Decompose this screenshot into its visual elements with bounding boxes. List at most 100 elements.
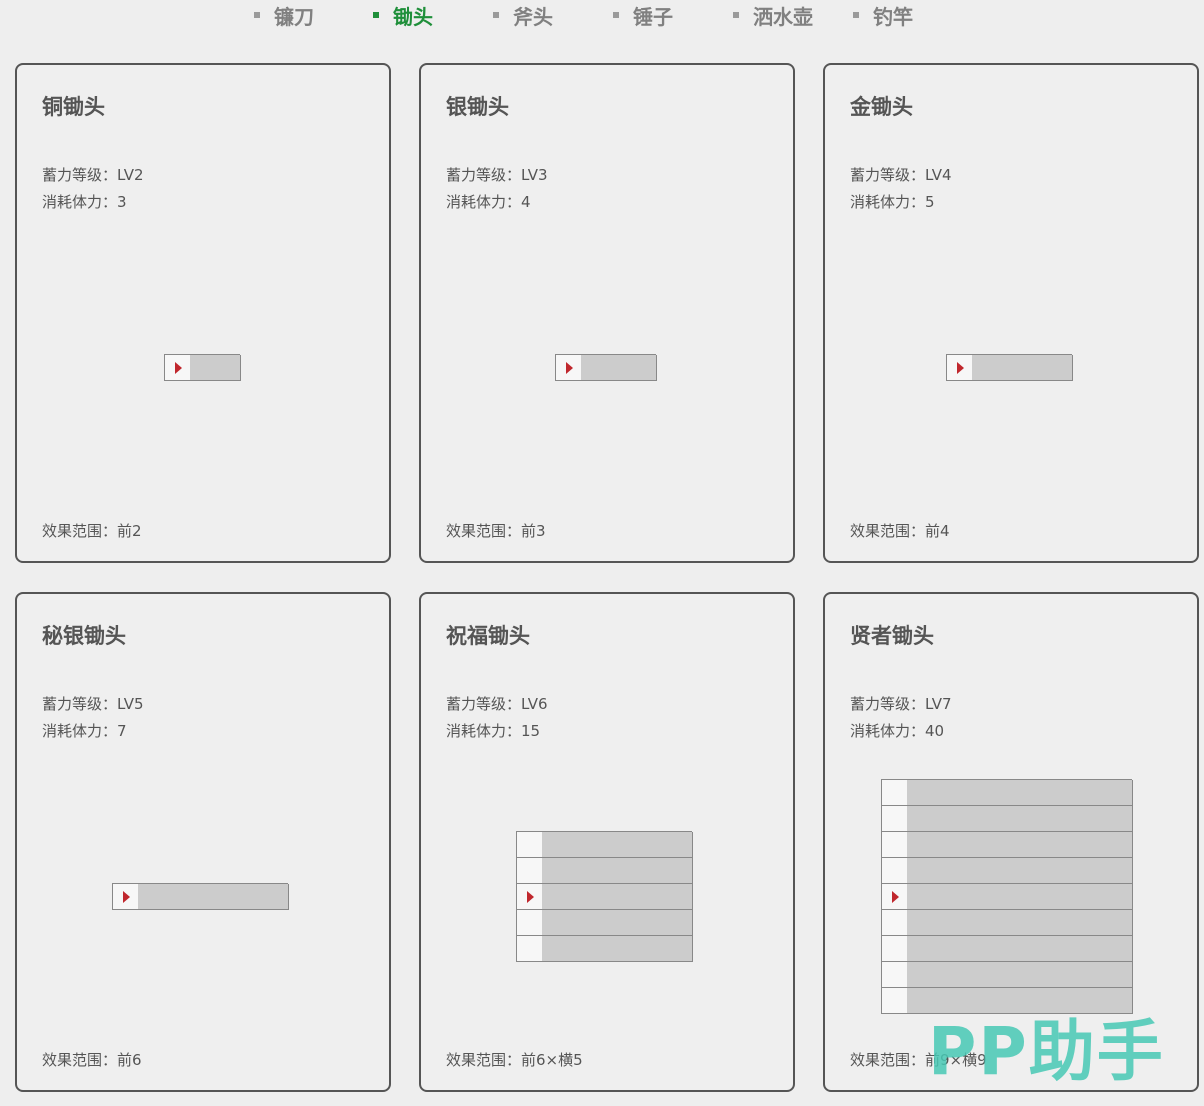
card-title: 金锄头: [850, 95, 913, 119]
card-title: 贤者锄头: [850, 624, 934, 648]
affected-cell: [907, 936, 933, 962]
affected-cell: [1082, 988, 1108, 1014]
affected-cell: [907, 884, 933, 910]
tab-hammer[interactable]: 锤子: [613, 0, 673, 30]
facing-arrow-icon: [175, 362, 182, 374]
affected-cell: [957, 858, 983, 884]
affected-cell: [1082, 884, 1108, 910]
player-position-cell: [165, 355, 191, 381]
stamina-cost: 消耗体力：3: [42, 193, 127, 211]
empty-cell: [882, 780, 908, 806]
affected-cell: [606, 355, 632, 381]
affected-cell: [1007, 832, 1033, 858]
affected-cell: [1082, 780, 1108, 806]
empty-cell: [517, 936, 543, 962]
tab-sickle[interactable]: 镰刀: [254, 0, 314, 30]
empty-cell: [517, 832, 543, 858]
empty-cell: [517, 858, 543, 884]
affected-cell: [188, 884, 214, 910]
affected-cell: [592, 884, 618, 910]
affected-cell: [1057, 832, 1083, 858]
affected-cell: [1057, 988, 1083, 1014]
charge-level: 蓄力等级：LV4: [850, 166, 952, 184]
affected-cell: [932, 988, 958, 1014]
affected-cell: [1032, 858, 1058, 884]
affected-cell: [592, 832, 618, 858]
stamina-cost: 消耗体力：7: [42, 722, 127, 740]
player-position-cell: [556, 355, 582, 381]
affected-cell: [982, 988, 1008, 1014]
affected-cell: [1057, 962, 1083, 988]
affected-cell: [1007, 936, 1033, 962]
tool-card-mythril-hoe: 秘银锄头 蓄力等级：LV5 消耗体力：7 效果范围：前6: [15, 592, 391, 1092]
affected-cell: [1107, 832, 1133, 858]
charge-level: 蓄力等级：LV2: [42, 166, 144, 184]
affected-cell: [567, 832, 593, 858]
affected-cell: [982, 806, 1008, 832]
charge-level: 蓄力等级：LV5: [42, 695, 144, 713]
affected-cell: [1007, 884, 1033, 910]
tab-hoe[interactable]: 锄头: [373, 0, 433, 30]
affected-cell: [581, 355, 607, 381]
player-position-cell: [517, 884, 543, 910]
affected-cell: [997, 355, 1023, 381]
affected-cell: [932, 780, 958, 806]
affected-cell: [1107, 988, 1133, 1014]
affected-cell: [982, 780, 1008, 806]
tab-bullet-icon: [733, 12, 739, 18]
affected-cell: [567, 910, 593, 936]
player-position-cell: [113, 884, 139, 910]
tab-label: 钓竿: [873, 4, 913, 29]
tab-watering-can[interactable]: 洒水壶: [733, 0, 813, 30]
tab-bullet-icon: [853, 12, 859, 18]
player-position-cell: [882, 884, 908, 910]
affected-cell: [1032, 884, 1058, 910]
affected-cell: [1032, 962, 1058, 988]
affected-cell: [1032, 910, 1058, 936]
affected-cell: [667, 936, 693, 962]
affected-cell: [972, 355, 998, 381]
affected-cell: [642, 858, 668, 884]
affected-cell: [163, 884, 189, 910]
affected-cell: [592, 910, 618, 936]
affected-cell: [932, 936, 958, 962]
affected-cell: [907, 780, 933, 806]
affected-cell: [567, 936, 593, 962]
tab-fishing-rod[interactable]: 钓竿: [853, 0, 913, 30]
affected-cell: [932, 858, 958, 884]
affected-cell: [542, 936, 568, 962]
affected-cell: [1032, 988, 1058, 1014]
affected-cell: [907, 832, 933, 858]
affected-cell: [617, 936, 643, 962]
effect-range-grid: [516, 831, 693, 962]
affected-cell: [667, 832, 693, 858]
affected-cell: [215, 355, 241, 381]
affected-cell: [1082, 858, 1108, 884]
stamina-cost: 消耗体力：15: [446, 722, 541, 740]
effect-range-grid: [881, 779, 1133, 1014]
tab-bullet-icon: [373, 12, 379, 18]
affected-cell: [667, 858, 693, 884]
affected-cell: [982, 832, 1008, 858]
affected-cell: [1107, 780, 1133, 806]
tab-label: 锤子: [633, 4, 673, 29]
affected-cell: [642, 936, 668, 962]
card-title: 铜锄头: [42, 95, 105, 119]
affected-cell: [1107, 884, 1133, 910]
empty-cell: [882, 910, 908, 936]
tab-label: 锄头: [393, 4, 433, 29]
affected-cell: [617, 884, 643, 910]
affected-cell: [982, 936, 1008, 962]
tab-axe[interactable]: 斧头: [493, 0, 553, 30]
facing-arrow-icon: [957, 362, 964, 374]
empty-cell: [882, 832, 908, 858]
affected-cell: [982, 910, 1008, 936]
affected-cell: [1107, 806, 1133, 832]
affected-cell: [957, 780, 983, 806]
affected-cell: [567, 858, 593, 884]
affected-cell: [542, 858, 568, 884]
empty-cell: [882, 936, 908, 962]
affected-cell: [1057, 858, 1083, 884]
tab-label: 洒水壶: [753, 4, 813, 29]
affected-cell: [542, 910, 568, 936]
